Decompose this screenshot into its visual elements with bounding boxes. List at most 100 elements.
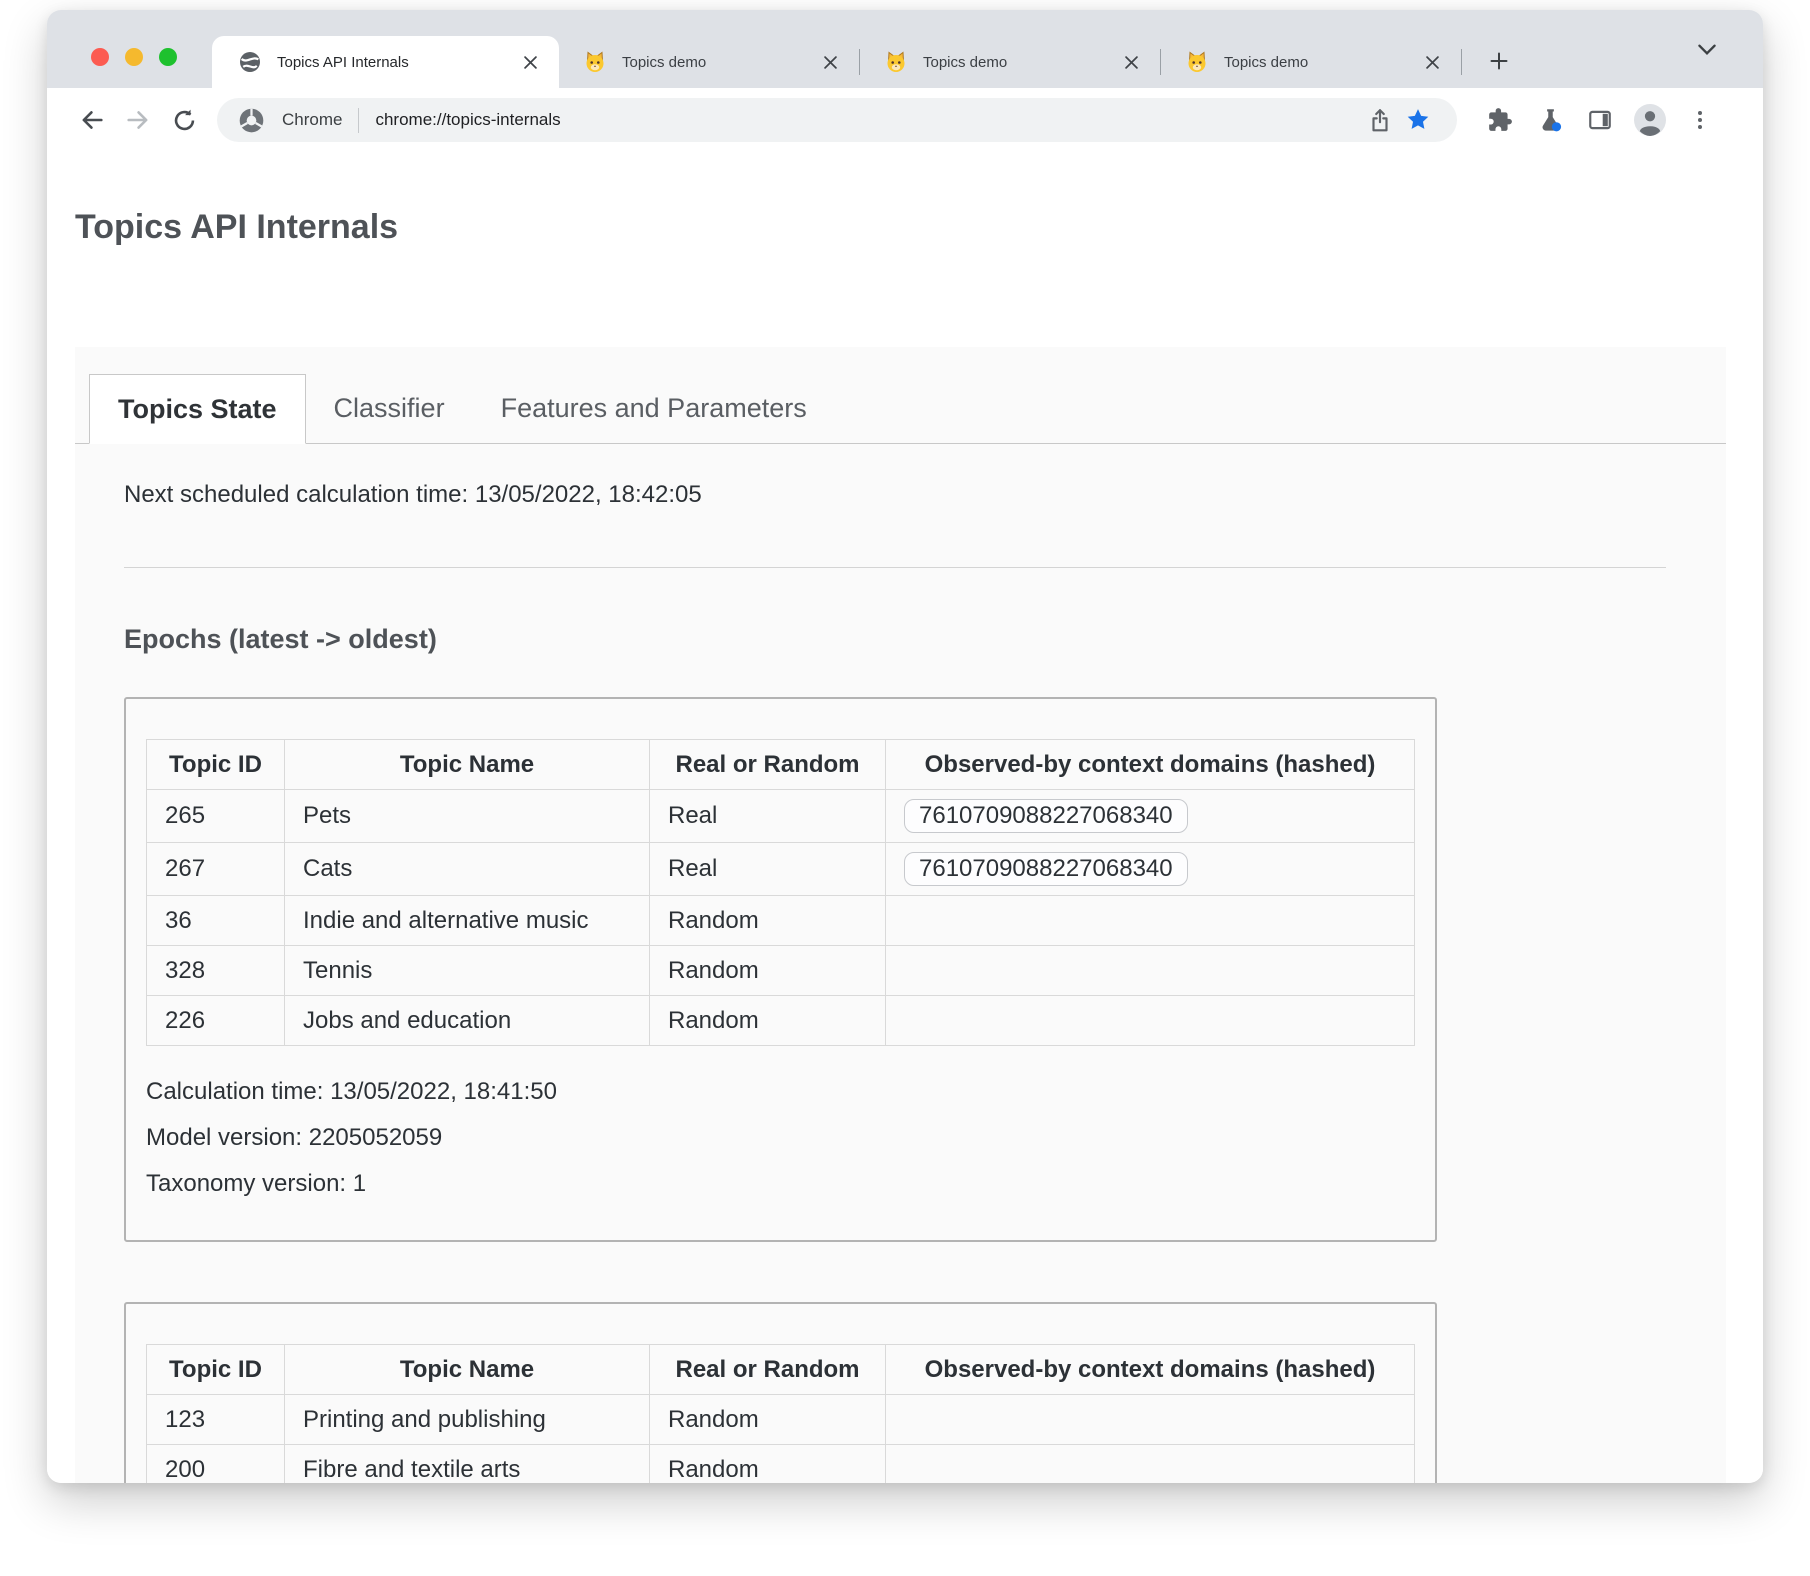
table-header-row: Topic IDTopic NameReal or RandomObserved… bbox=[147, 1345, 1415, 1395]
topic-id-cell: 265 bbox=[147, 790, 285, 843]
domains-cell: 7610709088227068340 bbox=[886, 790, 1415, 843]
domains-cell bbox=[886, 946, 1415, 996]
topic-row: 200Fibre and textile artsRandom bbox=[147, 1445, 1415, 1484]
tab-title: Topics demo bbox=[1224, 54, 1419, 71]
real-or-random-cell: Random bbox=[650, 946, 886, 996]
topic-row: 267CatsReal7610709088227068340 bbox=[147, 843, 1415, 896]
side-panel-icon bbox=[1587, 107, 1613, 133]
chrome-logo-icon bbox=[232, 101, 270, 139]
topic-row: 226Jobs and educationRandom bbox=[147, 996, 1415, 1046]
calculation-time-text: Calculation time: 13/05/2022, 18:41:50 bbox=[146, 1078, 1415, 1106]
epoch-topics-table: Topic IDTopic NameReal or RandomObserved… bbox=[146, 739, 1415, 1046]
topic-name-cell: Tennis bbox=[285, 946, 650, 996]
column-header: Observed-by context domains (hashed) bbox=[886, 740, 1415, 790]
close-tab-icon[interactable] bbox=[817, 49, 843, 75]
close-tab-icon[interactable] bbox=[1118, 49, 1144, 75]
column-header: Topic ID bbox=[147, 1345, 285, 1395]
hashed-domain-chip: 7610709088227068340 bbox=[904, 852, 1188, 886]
browser-tab-topics-internals[interactable]: Topics API Internals bbox=[212, 36, 559, 88]
topic-id-cell: 328 bbox=[147, 946, 285, 996]
topic-name-cell: Printing and publishing bbox=[285, 1395, 650, 1445]
browser-window: Topics API Internals Topics demo bbox=[47, 10, 1763, 1483]
browser-tab-topics-demo-3[interactable]: Topics demo bbox=[1161, 36, 1461, 88]
tab-search-button[interactable] bbox=[1697, 43, 1717, 56]
next-calculation-time-text: Next scheduled calculation time: 13/05/2… bbox=[124, 480, 1666, 509]
url-text: chrome://topics-internals bbox=[375, 110, 560, 130]
table-header-row: Topic IDTopic NameReal or RandomObserved… bbox=[147, 740, 1415, 790]
real-or-random-cell: Random bbox=[650, 1445, 886, 1484]
plus-icon bbox=[1487, 49, 1511, 73]
browser-tab-topics-demo-2[interactable]: Topics demo bbox=[860, 36, 1160, 88]
page-content: Topics API Internals Topics State Classi… bbox=[47, 152, 1763, 1483]
tab-topics-state[interactable]: Topics State bbox=[89, 374, 306, 444]
topic-name-cell: Pets bbox=[285, 790, 650, 843]
close-window-button[interactable] bbox=[91, 48, 109, 66]
real-or-random-cell: Real bbox=[650, 790, 886, 843]
minimize-window-button[interactable] bbox=[125, 48, 143, 66]
topic-id-cell: 200 bbox=[147, 1445, 285, 1484]
hashed-domain-chip: 7610709088227068340 bbox=[904, 799, 1188, 833]
browser-tab-topics-demo-1[interactable]: Topics demo bbox=[559, 36, 859, 88]
bookmark-star-icon[interactable] bbox=[1399, 101, 1437, 139]
origin-chip-label: Chrome bbox=[282, 110, 342, 130]
real-or-random-cell: Random bbox=[650, 896, 886, 946]
topic-row: 36Indie and alternative musicRandom bbox=[147, 896, 1415, 946]
close-tab-icon[interactable] bbox=[1419, 49, 1445, 75]
page-tab-strip: Topics State Classifier Features and Par… bbox=[75, 347, 1726, 444]
window-controls bbox=[47, 48, 212, 66]
section-divider bbox=[124, 567, 1666, 568]
back-arrow-icon bbox=[78, 106, 106, 134]
tab-separator bbox=[1461, 49, 1462, 75]
back-button[interactable] bbox=[69, 97, 115, 143]
column-header: Real or Random bbox=[650, 1345, 886, 1395]
cat-favicon-icon bbox=[884, 50, 908, 74]
side-panel-button[interactable] bbox=[1575, 97, 1625, 143]
zoom-window-button[interactable] bbox=[159, 48, 177, 66]
tab-title: Topics demo bbox=[622, 54, 817, 71]
browser-menu-button[interactable] bbox=[1675, 97, 1725, 143]
topic-name-cell: Fibre and textile arts bbox=[285, 1445, 650, 1484]
reload-button[interactable] bbox=[161, 97, 207, 143]
profile-avatar[interactable] bbox=[1625, 97, 1675, 143]
labs-button[interactable] bbox=[1525, 97, 1575, 143]
address-bar[interactable]: Chrome chrome://topics-internals bbox=[217, 98, 1457, 142]
share-button[interactable] bbox=[1361, 101, 1399, 139]
domains-cell bbox=[886, 1445, 1415, 1484]
column-header: Topic Name bbox=[285, 1345, 650, 1395]
topic-row: 265PetsReal 7610709088227068340 bbox=[147, 790, 1415, 843]
new-tab-button[interactable] bbox=[1482, 44, 1516, 78]
puzzle-icon bbox=[1487, 107, 1513, 133]
domains-cell bbox=[886, 996, 1415, 1046]
column-header: Topic Name bbox=[285, 740, 650, 790]
internals-globe-favicon-icon bbox=[238, 50, 262, 74]
cat-favicon-icon bbox=[1185, 50, 1209, 74]
epoch-topics-table: Topic IDTopic NameReal or RandomObserved… bbox=[146, 1344, 1415, 1483]
tab-features-and-parameters[interactable]: Features and Parameters bbox=[473, 373, 835, 443]
close-tab-icon[interactable] bbox=[517, 49, 543, 75]
browser-toolbar: Chrome chrome://topics-internals bbox=[47, 88, 1763, 152]
topic-id-cell: 36 bbox=[147, 896, 285, 946]
forward-arrow-icon bbox=[124, 106, 152, 134]
topic-name-cell: Cats bbox=[285, 843, 650, 896]
extensions-button[interactable] bbox=[1475, 97, 1525, 143]
tab-strip: Topics API Internals Topics demo bbox=[47, 10, 1763, 88]
epoch-section-older: Topic IDTopic NameReal or RandomObserved… bbox=[124, 1302, 1437, 1483]
model-version-text: Model version: 2205052059 bbox=[146, 1124, 1415, 1152]
topic-name-cell: Jobs and education bbox=[285, 996, 650, 1046]
topic-row: 123Printing and publishingRandom bbox=[147, 1395, 1415, 1445]
tab-classifier[interactable]: Classifier bbox=[306, 373, 473, 443]
topic-id-cell: 226 bbox=[147, 996, 285, 1046]
kebab-menu-icon bbox=[1688, 108, 1712, 132]
tab-title: Topics API Internals bbox=[277, 54, 517, 71]
real-or-random-cell: Real bbox=[650, 843, 886, 896]
tab-title: Topics demo bbox=[923, 54, 1118, 71]
forward-button[interactable] bbox=[115, 97, 161, 143]
domains-cell bbox=[886, 896, 1415, 946]
domains-cell bbox=[886, 1395, 1415, 1445]
page-title: Topics API Internals bbox=[75, 208, 1763, 247]
chevron-down-icon bbox=[1697, 43, 1717, 56]
cat-favicon-icon bbox=[583, 50, 607, 74]
taxonomy-version-text: Taxonomy version: 1 bbox=[146, 1170, 1415, 1198]
beaker-icon bbox=[1537, 107, 1564, 134]
avatar-icon bbox=[1634, 104, 1666, 136]
